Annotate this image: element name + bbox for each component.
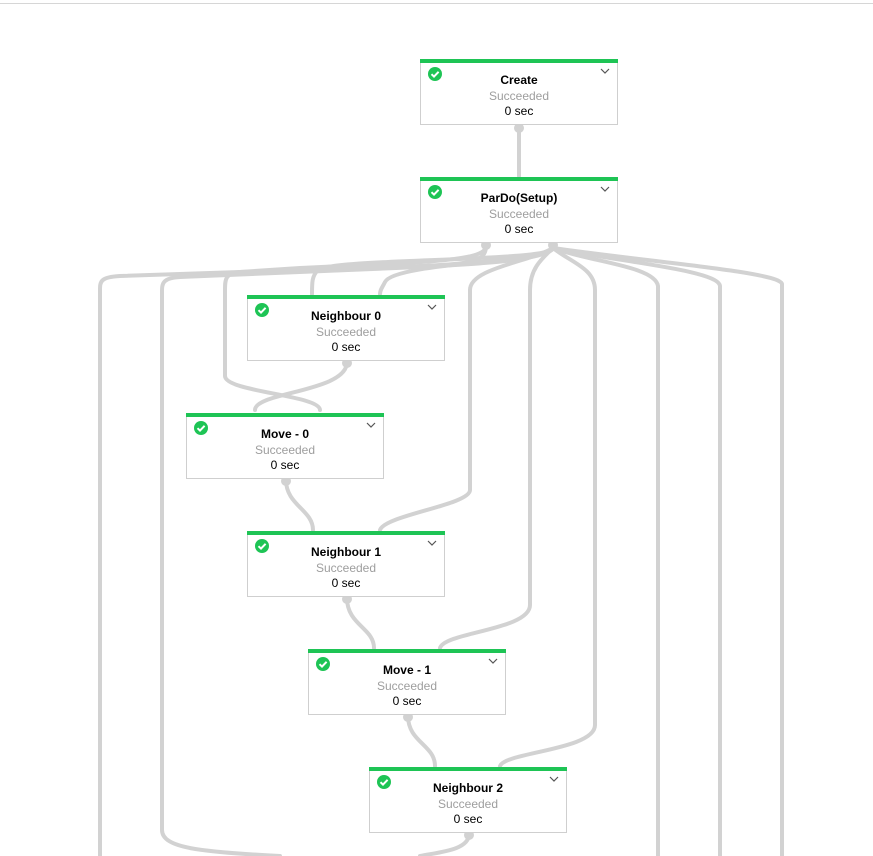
step-title: Neighbour 0 [310, 309, 381, 323]
status-bar [247, 295, 445, 299]
status-bar [186, 413, 384, 417]
status-bar [308, 649, 506, 653]
edge-move0-neighbour1 [284, 478, 315, 532]
step-time: 0 sec [504, 222, 534, 236]
edge-pardo-branch [551, 246, 784, 856]
edge-pardo-branch [551, 246, 722, 856]
status-bar [247, 531, 445, 535]
step-title: Create [500, 73, 538, 87]
step-time: 0 sec [270, 458, 300, 472]
step-node-move-1[interactable]: Move - 1 Succeeded 0 sec [308, 649, 506, 715]
step-time: 0 sec [453, 812, 483, 826]
step-node-neighbour-0[interactable]: Neighbour 0 Succeeded 0 sec [247, 295, 445, 361]
step-node-neighbour-1[interactable]: Neighbour 1 Succeeded 0 sec [247, 531, 445, 597]
step-time: 0 sec [392, 694, 422, 708]
step-node-create[interactable]: Create Succeeded 0 sec [420, 59, 618, 125]
step-title: Move - 0 [260, 427, 309, 441]
graph-edges [98, 123, 784, 856]
step-status: Succeeded [315, 325, 377, 339]
step-title: ParDo(Setup) [480, 191, 558, 205]
edge-pardo-neighbour1 [378, 246, 555, 532]
step-title: Move - 1 [382, 663, 431, 677]
status-bar [420, 59, 618, 63]
step-node-neighbour-2[interactable]: Neighbour 2 Succeeded 0 sec [369, 767, 567, 833]
edge-neighbour1-move1 [345, 596, 376, 650]
step-status: Succeeded [315, 561, 377, 575]
status-bar [369, 767, 567, 771]
step-time: 0 sec [331, 576, 361, 590]
edge-pardo-neighbour0 [378, 246, 555, 296]
step-node-pardo-setup[interactable]: ParDo(Setup) Succeeded 0 sec [420, 177, 618, 243]
edge-pardo-neighbour2 [498, 246, 597, 768]
edge-pardo-move1 [438, 246, 555, 650]
edge-move1-neighbour2 [406, 714, 437, 768]
step-status: Succeeded [437, 797, 499, 811]
step-status: Succeeded [254, 443, 316, 457]
step-node-move-0[interactable]: Move - 0 Succeeded 0 sec [186, 413, 384, 479]
step-status: Succeeded [488, 207, 550, 221]
edge-pardo-branch [551, 246, 660, 856]
edge-neighbour0-move0 [253, 360, 349, 412]
step-title: Neighbour 1 [310, 545, 381, 559]
step-status: Succeeded [376, 679, 438, 693]
step-time: 0 sec [504, 104, 534, 118]
status-bar [420, 177, 618, 181]
step-time: 0 sec [331, 340, 361, 354]
step-status: Succeeded [488, 89, 550, 103]
step-title: Neighbour 2 [432, 781, 503, 795]
edge-neighbour2-next [418, 832, 471, 856]
